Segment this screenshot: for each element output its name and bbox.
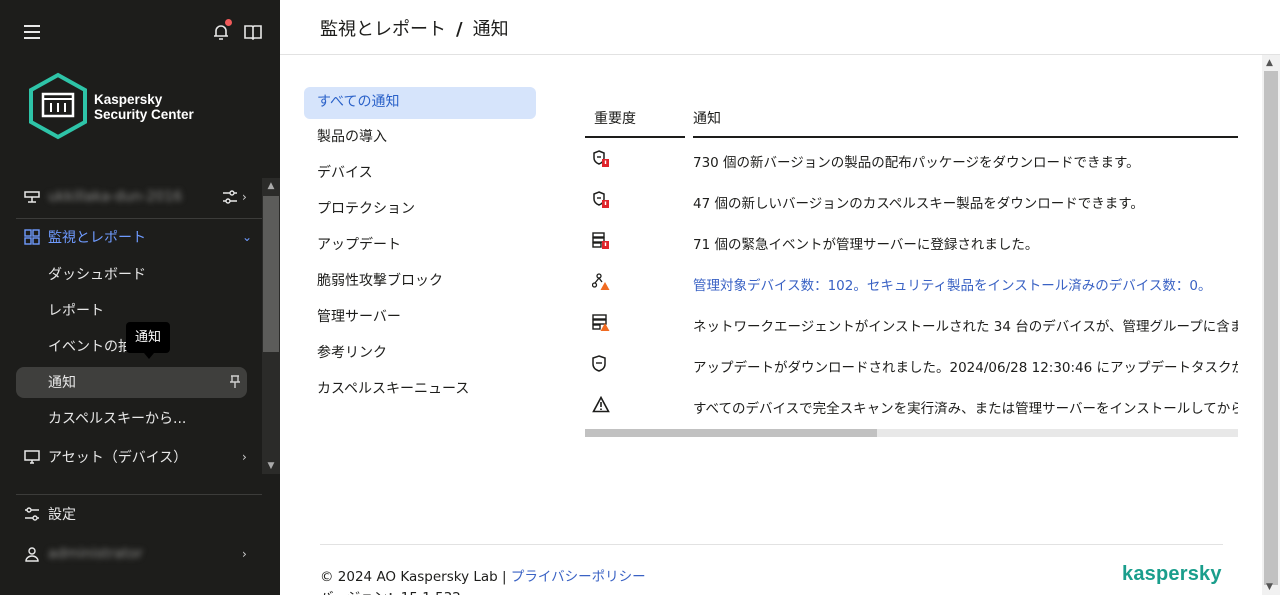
column-header-severity[interactable]: 重要度: [594, 108, 636, 128]
main-scroll-thumb[interactable]: [1264, 71, 1278, 585]
logo-line1: Kaspersky: [94, 92, 163, 107]
breadcrumb: 監視とレポート / 通知: [320, 15, 509, 41]
sidebar: Kaspersky Security Center ▲ ▼ ukkillaka-…: [0, 0, 280, 595]
kaspersky-wordmark: kaspersky: [1122, 563, 1222, 585]
category-deployment[interactable]: 製品の導入: [304, 122, 536, 154]
sidebar-item-label: 監視とレポート: [48, 230, 146, 246]
server-name: ukkillaka-dun-2016: [48, 189, 183, 205]
settings-sliders-icon: [24, 506, 40, 522]
notification-text: 71 個の緊急イベントが管理サーバーに登録されました。: [693, 237, 1039, 253]
user-icon: [24, 546, 40, 562]
unread-dot: [225, 19, 232, 26]
footer-divider: [320, 544, 1223, 545]
chevron-right-icon[interactable]: ›: [242, 450, 247, 464]
breadcrumb-section[interactable]: 監視とレポート: [320, 19, 446, 40]
sidebar-subitem-from-kaspersky[interactable]: カスペルスキーから...: [48, 408, 186, 428]
category-all[interactable]: すべての通知: [304, 87, 536, 119]
main-scrollbar[interactable]: ▲ ▼: [1262, 55, 1280, 595]
menu-icon[interactable]: [24, 25, 40, 39]
filter-settings-icon[interactable]: [222, 189, 238, 205]
warning-triangle-icon: [592, 395, 610, 414]
version-text: バージョン：15.1.532: [320, 586, 461, 595]
table-horizontal-scrollbar[interactable]: [585, 429, 1238, 437]
category-update[interactable]: アップデート: [304, 230, 536, 262]
privacy-policy-link[interactable]: プライバシーポリシー: [511, 569, 646, 585]
page-header: 監視とレポート / 通知: [280, 0, 1280, 55]
sidebar-scroll-thumb[interactable]: [263, 196, 279, 352]
notification-link[interactable]: 管理対象デバイス数：102。セキュリティ製品をインストール済みのデバイス数：0。: [693, 274, 1238, 294]
chevron-down-icon[interactable]: ⌄: [242, 230, 252, 244]
chevron-right-icon[interactable]: ›: [242, 190, 247, 204]
category-devices[interactable]: デバイス: [304, 158, 536, 190]
scroll-up-icon[interactable]: ▲: [266, 181, 276, 191]
user-name: administrator: [48, 546, 143, 562]
shield-error-icon: [592, 150, 610, 168]
dashboard-grid-icon: [24, 229, 40, 245]
notification-text: 730 個の新バージョンの製品の配布パッケージをダウンロードできます。: [693, 155, 1140, 171]
page-title: 通知: [472, 19, 509, 40]
sidebar-item-label: 設定: [48, 507, 76, 523]
column-header-notification[interactable]: 通知: [693, 108, 721, 128]
monitor-icon: [24, 449, 40, 465]
header-underline: [585, 136, 685, 138]
category-useful-links[interactable]: 参考リンク: [304, 338, 536, 370]
notification-bell-icon[interactable]: [212, 19, 232, 41]
notification-text: アップデートがダウンロードされました。2024/06/28 12:30:46 に…: [693, 360, 1238, 376]
book-icon[interactable]: [244, 24, 262, 41]
tooltip: 通知: [126, 322, 170, 359]
footer-copyright: © 2024 AO Kaspersky Lab | プライバシーポリシー: [320, 565, 646, 585]
pin-icon[interactable]: [228, 375, 244, 391]
scroll-down-icon[interactable]: ▼: [1266, 582, 1273, 592]
product-name: Kaspersky Security Center: [94, 92, 194, 122]
breadcrumb-separator: /: [456, 19, 463, 40]
divider: [16, 494, 262, 495]
sidebar-subitem-reports[interactable]: レポート: [48, 300, 104, 320]
sidebar-item-assets[interactable]: アセット（デバイス） ›: [0, 443, 262, 471]
copyright-text: © 2024 AO Kaspersky Lab |: [320, 569, 507, 585]
sidebar-subitem-dashboard[interactable]: ダッシュボード: [48, 264, 146, 284]
sidebar-toolbar: [0, 19, 280, 44]
category-kaspersky-news[interactable]: カスペルスキーニュース: [304, 374, 536, 406]
sidebar-subitem-notifications[interactable]: 通知: [48, 372, 76, 392]
notification-text: すべてのデバイスで完全スキャンを実行済み、または管理サーバーをインストールしてか…: [693, 401, 1238, 417]
scroll-up-icon[interactable]: ▲: [1266, 58, 1273, 68]
server-error-icon: [592, 232, 610, 250]
category-admin-server[interactable]: 管理サーバー: [304, 302, 536, 334]
logo-line2: Security Center: [94, 107, 194, 122]
chevron-right-icon[interactable]: ›: [242, 547, 247, 561]
server-selector[interactable]: ukkillaka-dun-2016 ›: [0, 183, 262, 211]
network-warning-icon: [591, 273, 610, 291]
category-protection[interactable]: プロテクション: [304, 194, 536, 226]
divider: [16, 218, 262, 219]
category-exploit-prevention[interactable]: 脆弱性攻撃ブロック: [304, 266, 536, 298]
server-warning-icon: [592, 314, 610, 332]
notification-text: ネットワークエージェントがインストールされた 34 台のデバイスが、管理グループ…: [693, 319, 1238, 335]
sidebar-item-monitoring[interactable]: 監視とレポート ⌄: [0, 223, 262, 251]
shield-error-icon: [592, 191, 610, 209]
sidebar-item-label: アセット（デバイス）: [48, 450, 188, 466]
table-scroll-thumb[interactable]: [585, 429, 877, 437]
sidebar-item-user[interactable]: administrator ›: [0, 540, 262, 568]
header-underline: [693, 136, 1238, 138]
sidebar-item-settings[interactable]: 設定: [0, 500, 262, 528]
shield-info-icon: [592, 355, 610, 373]
scroll-down-icon[interactable]: ▼: [266, 461, 276, 471]
notification-text: 47 個の新しいバージョンのカスペルスキー製品をダウンロードできます。: [693, 196, 1144, 212]
kaspersky-logo-icon: [26, 72, 90, 140]
server-icon: [24, 189, 40, 205]
